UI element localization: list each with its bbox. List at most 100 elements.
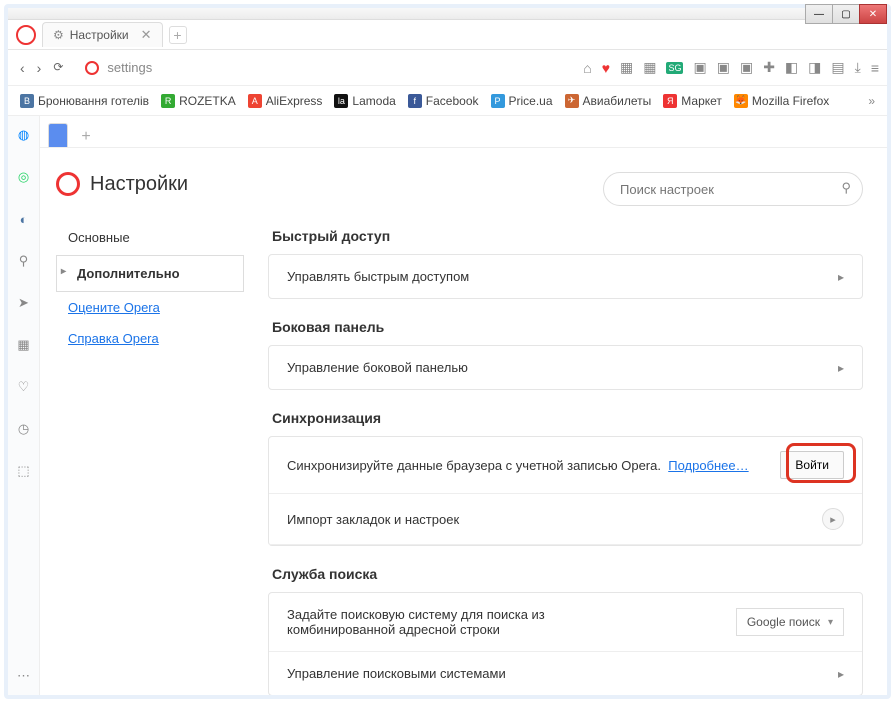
ext-icon-3[interactable]: ▣: [693, 59, 706, 76]
minimize-button[interactable]: —: [805, 4, 833, 24]
bookmark-item[interactable]: RROZETKA: [161, 94, 236, 108]
bookmarks-heart-icon[interactable]: ♡: [15, 378, 33, 396]
nav-arrows: ‹ › ⟳: [16, 58, 67, 78]
snapshot-icon[interactable]: ⌂: [583, 60, 591, 76]
bookmark-item[interactable]: PPrice.ua: [491, 94, 553, 108]
row-manage-search-engines[interactable]: Управление поисковыми системами ▸: [269, 652, 862, 695]
ext-icon-6[interactable]: ✚: [763, 59, 775, 76]
card-speed-dial: Управлять быстрым доступом ▸: [268, 254, 863, 299]
row-manage-speed-dial[interactable]: Управлять быстрым доступом ▸: [269, 255, 862, 298]
settings-right-pane: ⚲ Быстрый доступ Управлять быстрым досту…: [260, 148, 887, 695]
flow-icon[interactable]: ➤: [15, 294, 33, 312]
section-title-side-panel: Боковая панель: [272, 319, 863, 335]
settings-search-input[interactable]: [603, 172, 863, 206]
row-import-bookmarks[interactable]: Импорт закладок и настроек ▸: [269, 494, 862, 545]
extensions-box-icon[interactable]: ⬚: [15, 462, 33, 480]
downloads-icon[interactable]: ⤓: [855, 59, 861, 76]
card-search-service: Задайте поисковую систему для поиска из …: [268, 592, 863, 695]
select-value: Google поиск: [747, 615, 820, 629]
bookmark-item[interactable]: AAliExpress: [248, 94, 323, 108]
nav-advanced[interactable]: Дополнительно: [56, 255, 244, 292]
row-label: Импорт закладок и настроек: [287, 512, 459, 527]
ext-icon-7[interactable]: ◧: [785, 59, 798, 76]
bookmark-item[interactable]: fFacebook: [408, 94, 479, 108]
app-window: — ▢ ✕ ⚙ Настройки ✕ + ‹ › ⟳ settings ⌂ ♥…: [4, 4, 891, 699]
back-button[interactable]: ‹: [16, 58, 29, 78]
easy-setup-icon[interactable]: ≡: [871, 60, 879, 76]
bookmark-label: Авиабилеты: [583, 94, 652, 108]
bookmarks-overflow[interactable]: »: [868, 94, 875, 108]
search-engine-select[interactable]: Google поиск ▾: [736, 608, 844, 636]
ext-icon-2[interactable]: ▦: [643, 59, 656, 76]
row-manage-side-panel[interactable]: Управление боковой панелью ▸: [269, 346, 862, 389]
sidebar-more-icon[interactable]: ⋯: [15, 667, 33, 685]
bookmark-label: Lamoda: [352, 94, 395, 108]
nav-help-opera-link[interactable]: Справка Opera: [56, 323, 244, 354]
nav-basic[interactable]: Основные: [56, 220, 244, 255]
settings-sections: Быстрый доступ Управлять быстрым доступо…: [268, 228, 863, 695]
page-title: Настройки: [90, 173, 188, 196]
bookmark-item[interactable]: BБронювання готелів: [20, 94, 149, 108]
whatsapp-icon[interactable]: ◎: [15, 168, 33, 186]
vk-icon[interactable]: ◐: [15, 210, 33, 228]
chevron-right-icon: ▸: [838, 270, 844, 284]
sync-desc-text: Синхронизируйте данные браузера с учетно…: [287, 458, 661, 473]
bookmark-label: Mozilla Firefox: [752, 94, 829, 108]
window-controls: — ▢ ✕: [806, 4, 887, 24]
messenger-icon[interactable]: ◍: [15, 126, 33, 144]
tab-close-icon[interactable]: ✕: [141, 27, 152, 43]
titlebar: — ▢ ✕: [8, 8, 887, 20]
workspace-tab[interactable]: [48, 123, 68, 147]
heart-icon[interactable]: ♥: [602, 60, 610, 76]
ext-icon-4[interactable]: ▣: [717, 59, 730, 76]
sync-signin-button[interactable]: Войти: [780, 451, 844, 479]
section-title-sync: Синхронизация: [272, 410, 863, 426]
speed-dial-icon[interactable]: ▦: [15, 336, 33, 354]
ext-icon-5[interactable]: ▣: [740, 59, 753, 76]
opera-small-icon: [85, 61, 99, 75]
gear-icon: ⚙: [53, 28, 64, 42]
ext-icon-8[interactable]: ◨: [808, 59, 821, 76]
bookmark-item[interactable]: ✈Авиабилеты: [565, 94, 652, 108]
bookmark-icon: B: [20, 94, 34, 108]
settings-left-nav: Настройки Основные Дополнительно Оцените…: [40, 148, 260, 695]
address-bar[interactable]: settings: [77, 56, 573, 79]
tab-settings[interactable]: ⚙ Настройки ✕: [42, 22, 163, 47]
window-close-button[interactable]: ✕: [859, 4, 887, 24]
search-sidebar-icon[interactable]: ⚲: [15, 252, 33, 270]
workspace-tabs: +: [40, 116, 887, 148]
bookmark-item[interactable]: 🦊 Mozilla Firefox: [734, 94, 829, 108]
chevron-right-icon: ▸: [838, 361, 844, 375]
sidebar-strip: ◍ ◎ ◐ ⚲ ➤ ▦ ♡ ◷ ⬚ ⋯: [8, 116, 40, 695]
ext-icon-9[interactable]: ▤: [831, 59, 844, 76]
bookmark-label: Price.ua: [509, 94, 553, 108]
card-side-panel: Управление боковой панелью ▸: [268, 345, 863, 390]
bookmark-item[interactable]: la Lamoda: [334, 94, 395, 108]
bookmark-icon: Я: [663, 94, 677, 108]
section-title-search-service: Служба поиска: [272, 566, 863, 582]
new-tab-button[interactable]: +: [169, 26, 187, 44]
reload-button[interactable]: ⟳: [49, 58, 67, 78]
page-header: Настройки: [56, 172, 244, 196]
bookmark-icon: la: [334, 94, 348, 108]
ext-icon-1[interactable]: ▦: [620, 59, 633, 76]
sync-learn-more-link[interactable]: Подробнее…: [668, 458, 748, 473]
row-sync-signin: Синхронизируйте данные браузера с учетно…: [269, 437, 862, 494]
forward-button[interactable]: ›: [33, 58, 46, 78]
bookmark-item[interactable]: Я Маркет: [663, 94, 722, 108]
ext-icon-sg[interactable]: SG: [666, 62, 683, 74]
search-icon: ⚲: [841, 180, 851, 196]
chevron-down-icon: ▾: [828, 617, 833, 628]
nav-rate-opera-link[interactable]: Оцените Opera: [56, 292, 244, 323]
history-icon[interactable]: ◷: [15, 420, 33, 438]
bookmark-label: Маркет: [681, 94, 722, 108]
opera-menu-icon[interactable]: [16, 25, 36, 45]
maximize-button[interactable]: ▢: [832, 4, 860, 24]
section-title-speed-dial: Быстрый доступ: [272, 228, 863, 244]
settings-body: Настройки Основные Дополнительно Оцените…: [40, 148, 887, 695]
bookmark-icon: 🦊: [734, 94, 748, 108]
add-workspace-button[interactable]: +: [76, 127, 96, 147]
chevron-right-icon: ▸: [838, 667, 844, 681]
opera-logo-icon: [56, 172, 80, 196]
chevron-right-icon: ▸: [822, 508, 844, 530]
